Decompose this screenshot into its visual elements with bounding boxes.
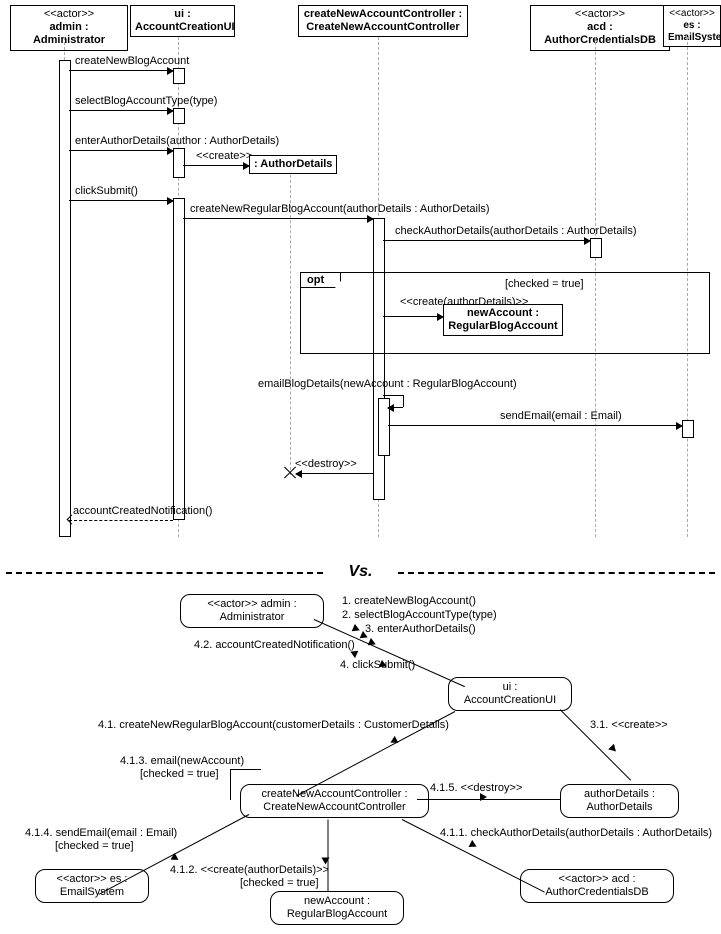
object-label: newAccount : RegularBlogAccount — [448, 307, 558, 333]
dir-arrow — [469, 840, 479, 850]
object-admin: <<actor>> admin : Administrator — [180, 594, 324, 628]
message-label: selectBlogAccountType(type) — [75, 95, 217, 107]
created-object-authordetails: : AuthorDetails — [249, 155, 337, 174]
msg-label: 4.2. accountCreatedNotification() — [194, 639, 355, 651]
stereotype: <<actor>> — [535, 8, 665, 21]
activation — [173, 68, 185, 84]
destroy-icon — [282, 465, 298, 481]
message-arrow — [69, 150, 173, 151]
participant-ctrl: createNewAccountController : CreateNewAc… — [298, 5, 468, 37]
opt-tab: opt — [300, 272, 341, 288]
activation — [373, 218, 385, 500]
msg-label: [checked = true] — [140, 768, 219, 780]
activation — [173, 148, 185, 178]
stereotype: <<actor>> — [15, 8, 123, 21]
message-label: <<destroy>> — [295, 458, 357, 470]
self-call — [403, 395, 404, 407]
msg-label: [checked = true] — [240, 877, 319, 889]
divider-line — [6, 572, 323, 574]
participant-es: <<actor>> es : EmailSystem — [663, 5, 721, 47]
link — [328, 820, 329, 892]
object-ui: ui : AccountCreationUI — [448, 677, 572, 711]
sequence-diagram: <<actor>> admin : Administrator ui : Acc… — [0, 0, 721, 555]
lifeline — [290, 175, 291, 475]
msg-label: 4.1.4. sendEmail(email : Email) — [25, 827, 177, 839]
stereotype: <<actor>> — [207, 598, 257, 610]
msg-label: 4.1. createNewRegularBlogAccount(custome… — [98, 719, 449, 731]
message-arrow — [296, 473, 373, 474]
message-arrow — [183, 165, 249, 166]
msg-label: 4.1.2. <<create(authorDetails)>> — [170, 864, 329, 876]
vs-divider: Vs. — [0, 555, 721, 589]
message-arrow — [388, 425, 682, 426]
dir-arrow — [322, 858, 330, 865]
dir-arrow — [352, 624, 362, 634]
dir-arrow — [169, 853, 179, 863]
message-label: clickSubmit() — [75, 185, 138, 197]
self-link — [230, 769, 261, 800]
object-label: authorDetails : AuthorDetails — [584, 788, 655, 813]
object-ad: authorDetails : AuthorDetails — [560, 784, 679, 818]
message-arrow — [69, 200, 173, 201]
participant-acd: <<actor>> acd : AuthorCredentialsDB — [530, 5, 670, 51]
link — [417, 799, 560, 800]
message-label: sendEmail(email : Email) — [500, 410, 622, 422]
message-label: createNewBlogAccount — [75, 55, 189, 67]
vs-label: Vs. — [348, 563, 372, 580]
stereotype: <<actor>> — [668, 8, 716, 20]
activation — [173, 108, 185, 124]
self-call — [383, 395, 403, 396]
activation — [173, 198, 185, 520]
object-ctrl: createNewAccountController : CreateNewAc… — [240, 784, 429, 818]
participant-label: admin : Administrator — [15, 21, 123, 47]
divider-line — [398, 572, 715, 574]
participant-label: createNewAccountController : CreateNewAc… — [303, 8, 463, 34]
msg-label: 3. enterAuthorDetails() — [365, 623, 476, 635]
participant-label: es : EmailSystem — [668, 20, 716, 44]
message-label: enterAuthorDetails(author : AuthorDetail… — [75, 135, 279, 147]
message-arrow — [183, 218, 373, 219]
participant-label: acd : AuthorCredentialsDB — [535, 21, 665, 47]
message-label: <<create>> — [196, 150, 252, 162]
activation — [59, 60, 71, 537]
msg-label: 1. createNewBlogAccount() — [342, 595, 476, 607]
object-label: newAccount : RegularBlogAccount — [287, 895, 387, 920]
guard-label: [checked = true] — [505, 278, 584, 290]
object-label: ui : AccountCreationUI — [464, 681, 556, 706]
activation — [590, 238, 602, 258]
msg-label: 3.1. <<create>> — [590, 719, 668, 731]
msg-label: [checked = true] — [55, 840, 134, 852]
stereotype: <<actor>> — [57, 873, 107, 885]
message-arrow — [69, 70, 173, 71]
message-arrow — [383, 316, 443, 317]
message-arrow — [69, 110, 173, 111]
participant-ui: ui : AccountCreationUI — [130, 5, 235, 37]
message-label: createNewRegularBlogAccount(authorDetail… — [190, 203, 490, 215]
participant-label: ui : AccountCreationUI — [135, 8, 230, 34]
object-label: : AuthorDetails — [254, 158, 332, 171]
participant-admin: <<actor>> admin : Administrator — [10, 5, 128, 51]
msg-label: 4. clickSubmit() — [340, 659, 415, 671]
message-arrow — [383, 240, 590, 241]
object-label: createNewAccountController : CreateNewAc… — [261, 788, 407, 813]
msg-label: 4.1.5. <<destroy>> — [430, 782, 522, 794]
object-account: newAccount : RegularBlogAccount — [270, 891, 404, 925]
dir-arrow — [480, 793, 487, 801]
message-label: accountCreatedNotification() — [73, 505, 212, 517]
object-acd: <<actor>> acd : AuthorCredentialsDB — [520, 869, 674, 903]
communication-diagram: <<actor>> admin : Administrator ui : Acc… — [0, 589, 721, 934]
message-label: checkAuthorDetails(authorDetails : Autho… — [395, 225, 637, 237]
dir-arrow — [608, 744, 619, 755]
object-es: <<actor>> es : EmailSystem — [35, 869, 149, 903]
created-object-account: newAccount : RegularBlogAccount — [443, 304, 563, 336]
message-label: emailBlogDetails(newAccount : RegularBlo… — [258, 378, 517, 390]
msg-label: 4.1.1. checkAuthorDetails(authorDetails … — [440, 827, 712, 839]
self-call — [388, 407, 403, 408]
stereotype: <<actor>> — [558, 873, 608, 885]
return-arrow — [69, 520, 173, 521]
msg-label: 2. selectBlogAccountType(type) — [342, 609, 497, 621]
msg-label: 4.1.3. email(newAccount) — [120, 755, 244, 767]
activation — [682, 420, 694, 438]
